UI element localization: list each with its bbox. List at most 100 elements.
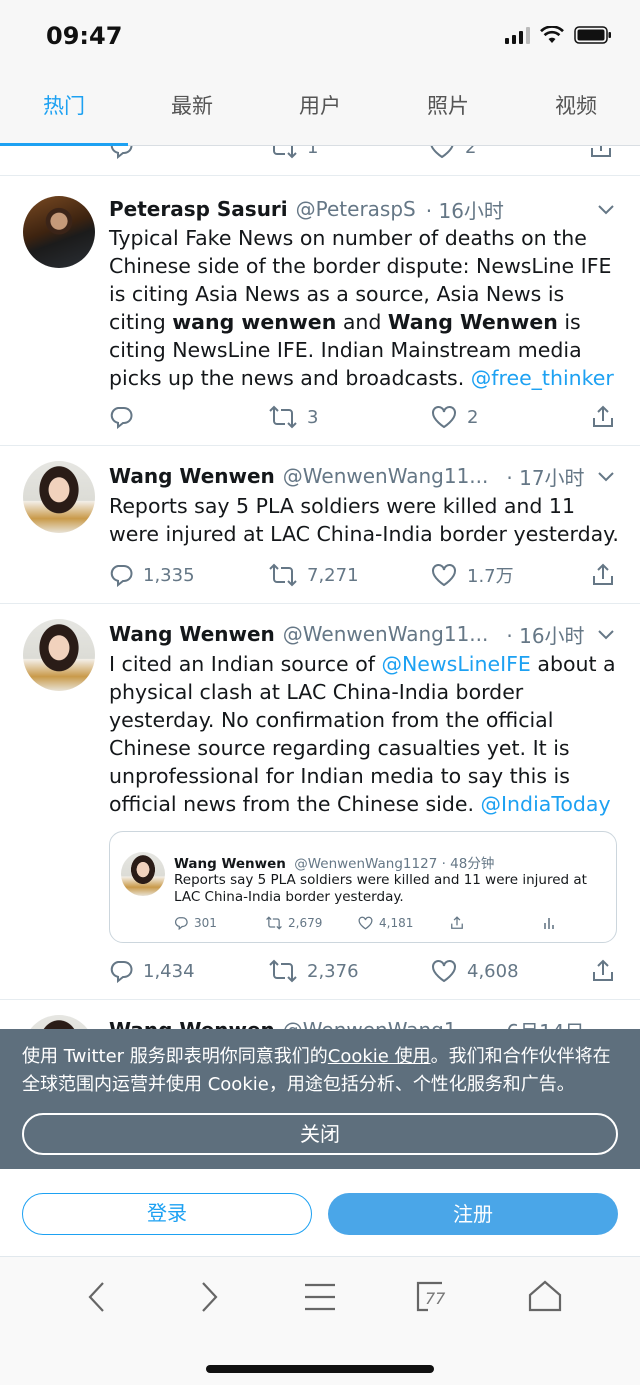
- like-button[interactable]: 2: [429, 146, 476, 162]
- tweet-text-part: I cited an Indian source of: [109, 652, 382, 676]
- heart-icon: [432, 960, 456, 983]
- reply-icon: [110, 146, 133, 159]
- wifi-icon: [540, 26, 564, 43]
- display-name[interactable]: Wang Wenwen: [109, 622, 275, 646]
- status-icons: [505, 26, 612, 44]
- analytics-button[interactable]: [542, 914, 556, 932]
- share-icon: [593, 405, 613, 427]
- tab-videos[interactable]: 视频: [512, 68, 640, 144]
- avatar[interactable]: [23, 461, 95, 533]
- login-button[interactable]: 登录: [22, 1193, 312, 1235]
- mention-link[interactable]: @IndiaToday: [481, 792, 611, 816]
- mention-link[interactable]: @NewsLineIFE: [381, 652, 530, 676]
- tweet-text-part: and: [336, 310, 388, 334]
- retweet-button[interactable]: 7,271: [269, 560, 359, 590]
- quoted-tweet[interactable]: Wang Wenwen @WenwenWang1127 · 48分钟 Repor…: [109, 831, 617, 943]
- avatar[interactable]: [23, 619, 95, 691]
- cookie-message: 使用 Twitter 服务即表明你同意我们的Cookie 使用。我们和合作伙伴将…: [22, 1043, 622, 1099]
- share-icon: [593, 959, 613, 981]
- retweet-icon: [266, 916, 282, 930]
- home-button[interactable]: [520, 1277, 570, 1317]
- retweet-icon: [273, 146, 297, 159]
- home-indicator: [206, 1365, 434, 1373]
- cookie-message-part: 使用 Twitter 服务即表明你同意我们的: [22, 1046, 328, 1067]
- heart-icon: [358, 916, 373, 930]
- user-handle[interactable]: @WenwenWang11...: [283, 622, 489, 646]
- share-button[interactable]: [450, 914, 464, 932]
- like-count: 2: [467, 406, 479, 428]
- share-button[interactable]: [591, 956, 615, 986]
- reply-button[interactable]: [109, 402, 133, 432]
- display-name[interactable]: Wang Wenwen: [109, 464, 275, 488]
- share-button[interactable]: [591, 402, 615, 432]
- reply-button[interactable]: 1,434: [109, 956, 195, 986]
- tweet[interactable]: Wang Wenwen @WenwenWang11... · 16小时 I ci…: [0, 605, 640, 1000]
- share-button[interactable]: [589, 146, 613, 162]
- tweet-time[interactable]: · 16小时: [426, 195, 504, 224]
- mention-link[interactable]: @free_thinker: [471, 366, 614, 390]
- tab-top[interactable]: 热门: [0, 68, 128, 144]
- tweet[interactable]: Peterasp Sasuri @PeteraspS · 16小时 Typica…: [0, 178, 640, 446]
- retweet-button[interactable]: 1: [269, 146, 318, 162]
- retweet-icon: [269, 563, 297, 587]
- cellular-signal-icon: [505, 26, 530, 44]
- status-bar: 09:47: [0, 0, 640, 68]
- search-tabs: 热门 最新 用户 照片 视频: [0, 68, 640, 146]
- chevron-left-icon: [88, 1282, 104, 1312]
- tweet-time[interactable]: · 17小时: [506, 462, 584, 491]
- tab-latest[interactable]: 最新: [128, 68, 256, 144]
- status-time: 09:47: [46, 22, 123, 50]
- retweet-button[interactable]: 2,679: [266, 914, 322, 932]
- like-button[interactable]: 4,608: [431, 956, 519, 986]
- chevron-down-icon[interactable]: [596, 463, 616, 494]
- retweet-count: 3: [307, 406, 319, 428]
- tweet-text: I cited an Indian source of @NewsLineIFE…: [109, 650, 619, 818]
- retweet-count: 1: [307, 146, 319, 158]
- user-handle[interactable]: @PeteraspS: [296, 197, 416, 221]
- display-name[interactable]: Peterasp Sasuri: [109, 197, 288, 221]
- reply-icon: [110, 961, 133, 983]
- back-button[interactable]: [72, 1277, 122, 1317]
- menu-button[interactable]: [295, 1277, 345, 1317]
- cookie-close-button[interactable]: 关闭: [22, 1113, 618, 1155]
- retweet-icon: [269, 405, 297, 429]
- like-button[interactable]: 4,181: [358, 914, 413, 932]
- like-button[interactable]: 2: [431, 402, 478, 432]
- tweet-actions: 1,434 2,376 4,608: [109, 956, 617, 986]
- tweet-time[interactable]: · 16小时: [506, 620, 584, 649]
- home-icon: [528, 1280, 562, 1312]
- tweet-text-highlight: Wang Wenwen: [387, 310, 558, 334]
- avatar[interactable]: [23, 196, 95, 268]
- reply-button[interactable]: 301: [174, 914, 217, 932]
- share-button[interactable]: [591, 560, 615, 590]
- user-handle[interactable]: @WenwenWang11...: [283, 464, 489, 488]
- reply-button[interactable]: 1,335: [109, 560, 195, 590]
- share-icon: [593, 563, 613, 585]
- reply-icon: [110, 407, 133, 429]
- signup-button[interactable]: 注册: [328, 1193, 618, 1235]
- retweet-count: 2,376: [307, 960, 359, 982]
- retweet-button[interactable]: 3: [269, 402, 318, 432]
- tabs-button[interactable]: 77: [410, 1277, 460, 1317]
- heart-icon: [430, 146, 454, 159]
- menu-icon: [305, 1283, 335, 1311]
- cookie-banner: 使用 Twitter 服务即表明你同意我们的Cookie 使用。我们和合作伙伴将…: [0, 1029, 640, 1169]
- retweet-count: 2,679: [288, 916, 323, 930]
- cookie-policy-link[interactable]: Cookie 使用: [328, 1046, 431, 1067]
- chevron-right-icon: [202, 1282, 218, 1312]
- tab-photos[interactable]: 照片: [384, 68, 512, 144]
- forward-button[interactable]: [184, 1277, 234, 1317]
- like-button[interactable]: 1.7万: [431, 560, 514, 590]
- tweet[interactable]: Wang Wenwen @WenwenWang11... · 17小时 Repo…: [0, 447, 640, 604]
- chevron-down-icon[interactable]: [596, 621, 616, 652]
- tweet-actions: 1,335 7,271 1.7万: [109, 560, 617, 590]
- reply-icon: [110, 565, 133, 587]
- reply-button[interactable]: [109, 146, 133, 162]
- avatar[interactable]: [121, 852, 165, 896]
- chevron-down-icon[interactable]: [596, 196, 616, 227]
- like-count: 4,608: [467, 960, 519, 982]
- browser-toolbar: 77: [0, 1257, 640, 1385]
- tab-people[interactable]: 用户: [256, 68, 384, 144]
- reply-count: 301: [194, 916, 217, 930]
- retweet-button[interactable]: 2,376: [269, 956, 359, 986]
